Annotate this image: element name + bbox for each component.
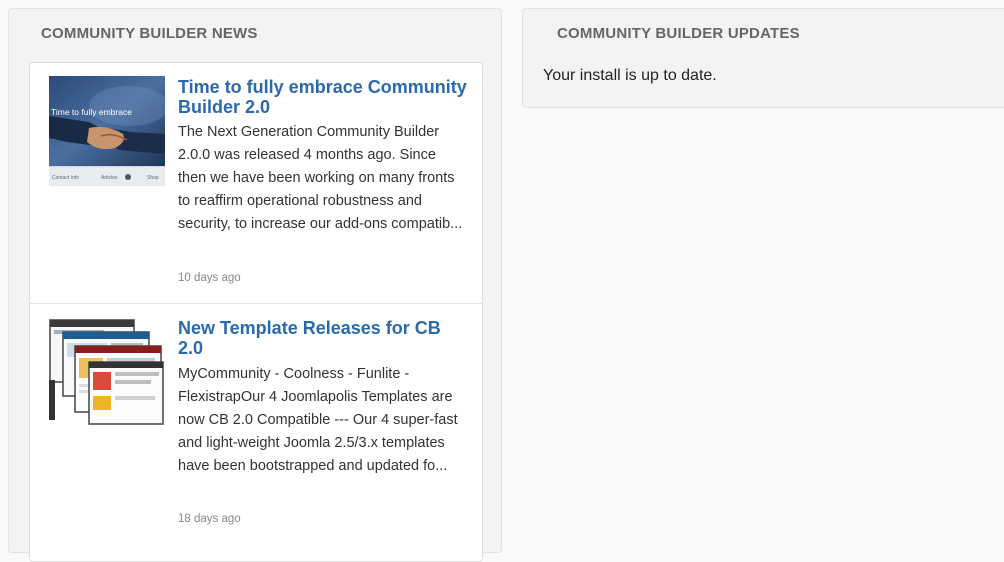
template-screens-image-icon [49,318,165,428]
news-item-title-link[interactable]: New Template Releases for CB 2.0 [178,318,468,358]
news-thumbnail-templates[interactable] [49,318,165,428]
news-item: New Template Releases for CB 2.0 MyCommu… [30,303,482,561]
thumb-tab-articles: Articles [101,175,118,181]
thumb-tab-shop: Shop [147,175,159,181]
news-thumbnail-handshake[interactable]: Time to fully embrace Contact Info Artic… [49,76,165,186]
updates-panel-title: COMMUNITY BUILDER UPDATES [557,25,800,42]
news-item-excerpt: MyCommunity - Coolness - Funlite - Flexi… [178,366,458,474]
updates-panel: COMMUNITY BUILDER UPDATES Your install i… [522,8,1004,108]
news-item-date: 18 days ago [178,513,241,525]
thumb-tab-contact: Contact Info [52,175,79,181]
news-list: Time to fully embrace Contact Info Artic… [29,62,483,562]
thumb-caption: Time to fully embrace [51,107,132,117]
news-item-excerpt: The Next Generation Community Builder 2.… [178,124,463,232]
news-panel-title: COMMUNITY BUILDER NEWS [41,25,258,42]
news-panel: COMMUNITY BUILDER NEWS Time to fully emb… [8,8,502,562]
news-item: Time to fully embrace Contact Info Artic… [30,63,482,303]
news-item-title-link[interactable]: Time to fully embrace Community Builder … [178,77,468,117]
news-item-date: 10 days ago [178,272,241,284]
update-status-message: Your install is up to date. [543,67,717,84]
handshake-image-icon: Time to fully embrace Contact Info Artic… [49,76,165,186]
